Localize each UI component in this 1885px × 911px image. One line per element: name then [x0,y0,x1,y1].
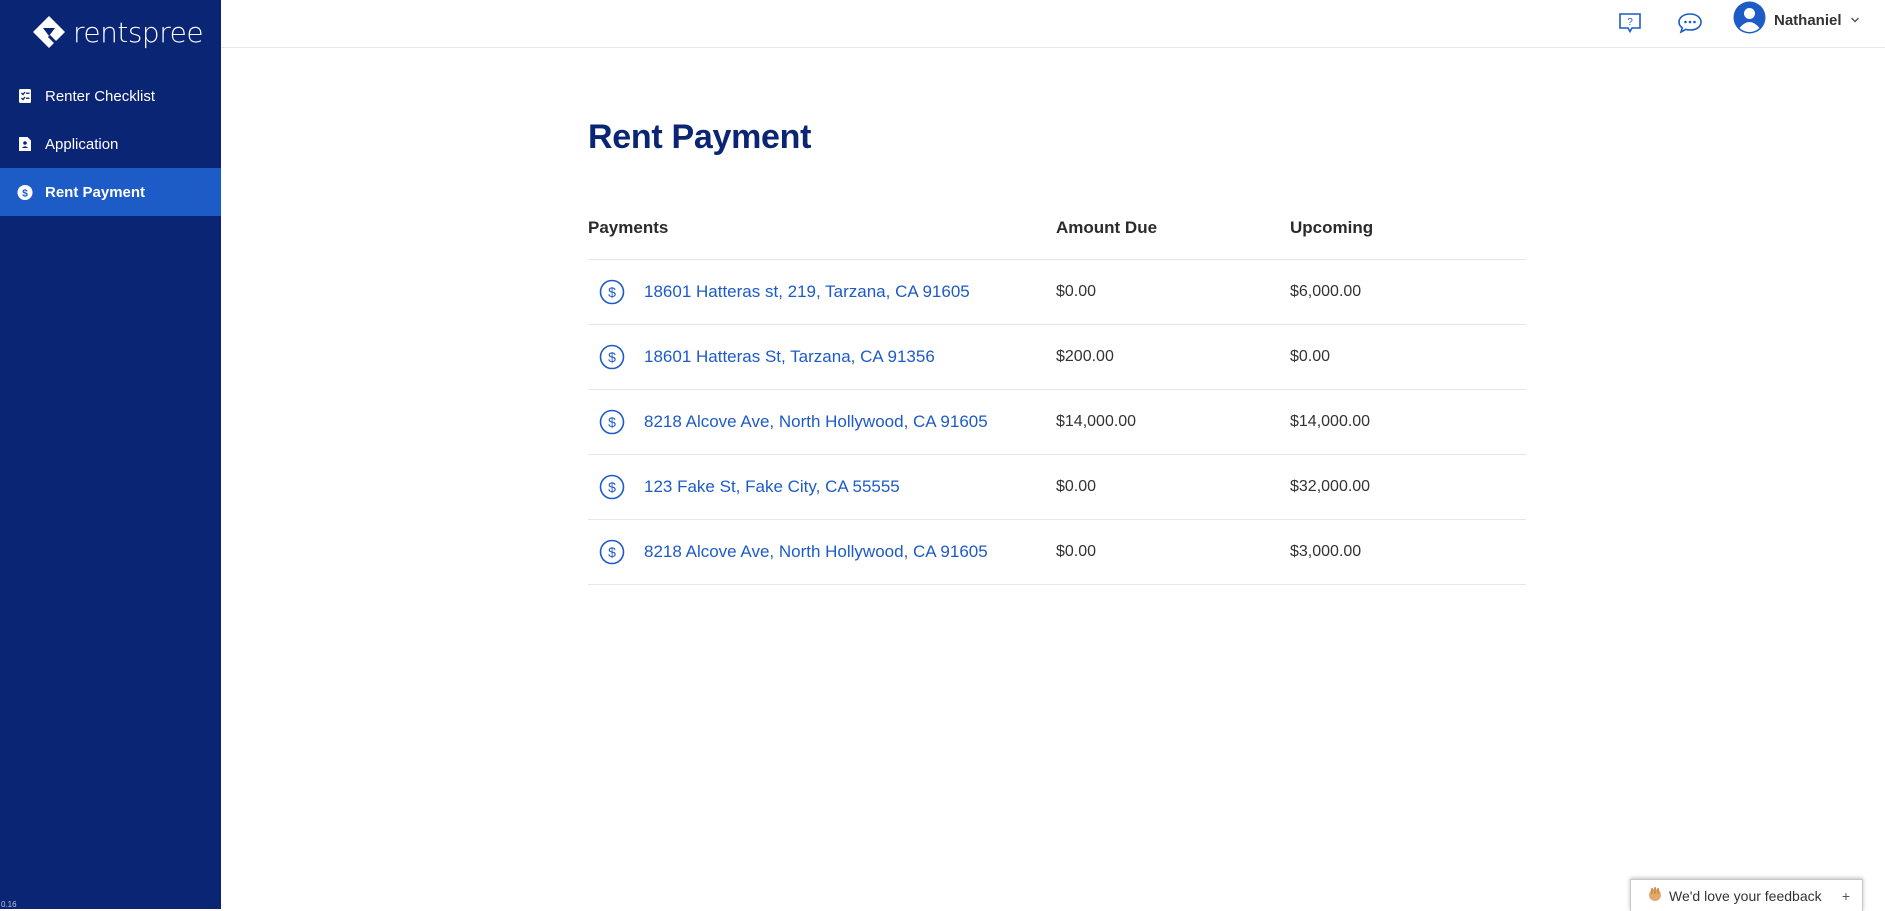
column-header-amount-due: Amount Due [1056,218,1158,237]
sidebar-item-application[interactable]: Application [0,120,221,168]
main-content: Rent Payment Payments Amount Due Upcomin… [588,112,1526,585]
dollar-circle-icon: $ [599,409,625,435]
feedback-hand-icon [1647,886,1663,905]
property-address-link[interactable]: 8218 Alcove Ave, North Hollywood, CA 916… [644,412,988,432]
upcoming-amount: $32,000.00 [1290,478,1371,495]
sidebar-item-label: Application [45,135,119,153]
dollar-circle-icon: $ [599,474,625,500]
sidebar-nav: Renter Checklist Application $ Rent Paym… [0,72,221,216]
table-row: $ 123 Fake St, Fake City, CA 55555 $0.00… [588,455,1526,520]
table-row: $ 8218 Alcove Ave, North Hollywood, CA 9… [588,390,1526,455]
column-header-upcoming: Upcoming [1290,218,1374,237]
page-title: Rent Payment [588,118,812,156]
upcoming-amount: $0.00 [1290,348,1331,365]
svg-text:$: $ [608,284,616,300]
amount-due: $200.00 [1056,348,1114,365]
payments-table: Payments Amount Due Upcoming $ 18601 Hat… [588,218,1526,585]
svg-text:?: ? [1627,17,1633,28]
amount-due: $14,000.00 [1056,413,1137,430]
property-address-link[interactable]: 18601 Hatteras st, 219, Tarzana, CA 9160… [644,282,970,302]
help-icon[interactable]: ? [1615,8,1645,38]
dollar-circle-icon: $ [599,279,625,305]
amount-due: $0.00 [1056,283,1097,300]
avatar [1733,1,1766,39]
column-header-payments: Payments [588,218,669,237]
user-menu[interactable]: Nathaniel [1733,1,1860,39]
table-row: $ 18601 Hatteras st, 219, Tarzana, CA 91… [588,260,1526,325]
amount-due: $0.00 [1056,478,1097,495]
svg-text:$: $ [22,188,28,199]
checklist-icon [17,88,33,104]
sidebar-item-label: Renter Checklist [45,87,156,105]
svg-text:$: $ [608,479,616,495]
rentspree-logo-icon [33,16,65,48]
upcoming-amount: $3,000.00 [1290,543,1362,560]
feedback-label: We'd love your feedback [1669,887,1822,904]
table-row: $ 18601 Hatteras St, Tarzana, CA 91356 $… [588,325,1526,390]
upcoming-amount: $6,000.00 [1290,283,1362,300]
upcoming-amount: $14,000.00 [1290,413,1371,430]
feedback-widget[interactable]: We'd love your feedback + [1630,879,1863,911]
property-address-link[interactable]: 8218 Alcove Ave, North Hollywood, CA 916… [644,542,988,562]
version-label: 0.16 [1,900,17,909]
sidebar-item-renter-checklist[interactable]: Renter Checklist [0,72,221,120]
property-address-link[interactable]: 123 Fake St, Fake City, CA 55555 [644,477,900,497]
sidebar-item-rent-payment[interactable]: $ Rent Payment [0,168,221,216]
top-bar: ? Nathaniel [221,0,1885,48]
amount-due: $0.00 [1056,543,1097,560]
table-row: $ 8218 Alcove Ave, North Hollywood, CA 9… [588,520,1526,585]
sidebar: rentspree Renter Checklist Application $… [0,0,221,909]
svg-text:$: $ [608,414,616,430]
svg-text:$: $ [608,544,616,560]
chevron-down-icon [1850,11,1860,29]
feedback-expand-icon[interactable]: + [1842,888,1850,904]
sidebar-item-label: Rent Payment [45,183,146,201]
dollar-circle-icon: $ [599,344,625,370]
user-name: Nathaniel [1774,11,1842,29]
table-header: Payments Amount Due Upcoming [588,218,1526,260]
document-icon [17,136,33,152]
brand-name: rentspree [73,15,204,49]
property-address-link[interactable]: 18601 Hatteras St, Tarzana, CA 91356 [644,347,935,367]
rentspree-logo[interactable]: rentspree [31,14,204,50]
svg-text:$: $ [608,349,616,365]
dollar-circle-icon: $ [599,539,625,565]
chat-icon[interactable] [1675,8,1705,38]
dollar-icon: $ [17,184,33,200]
